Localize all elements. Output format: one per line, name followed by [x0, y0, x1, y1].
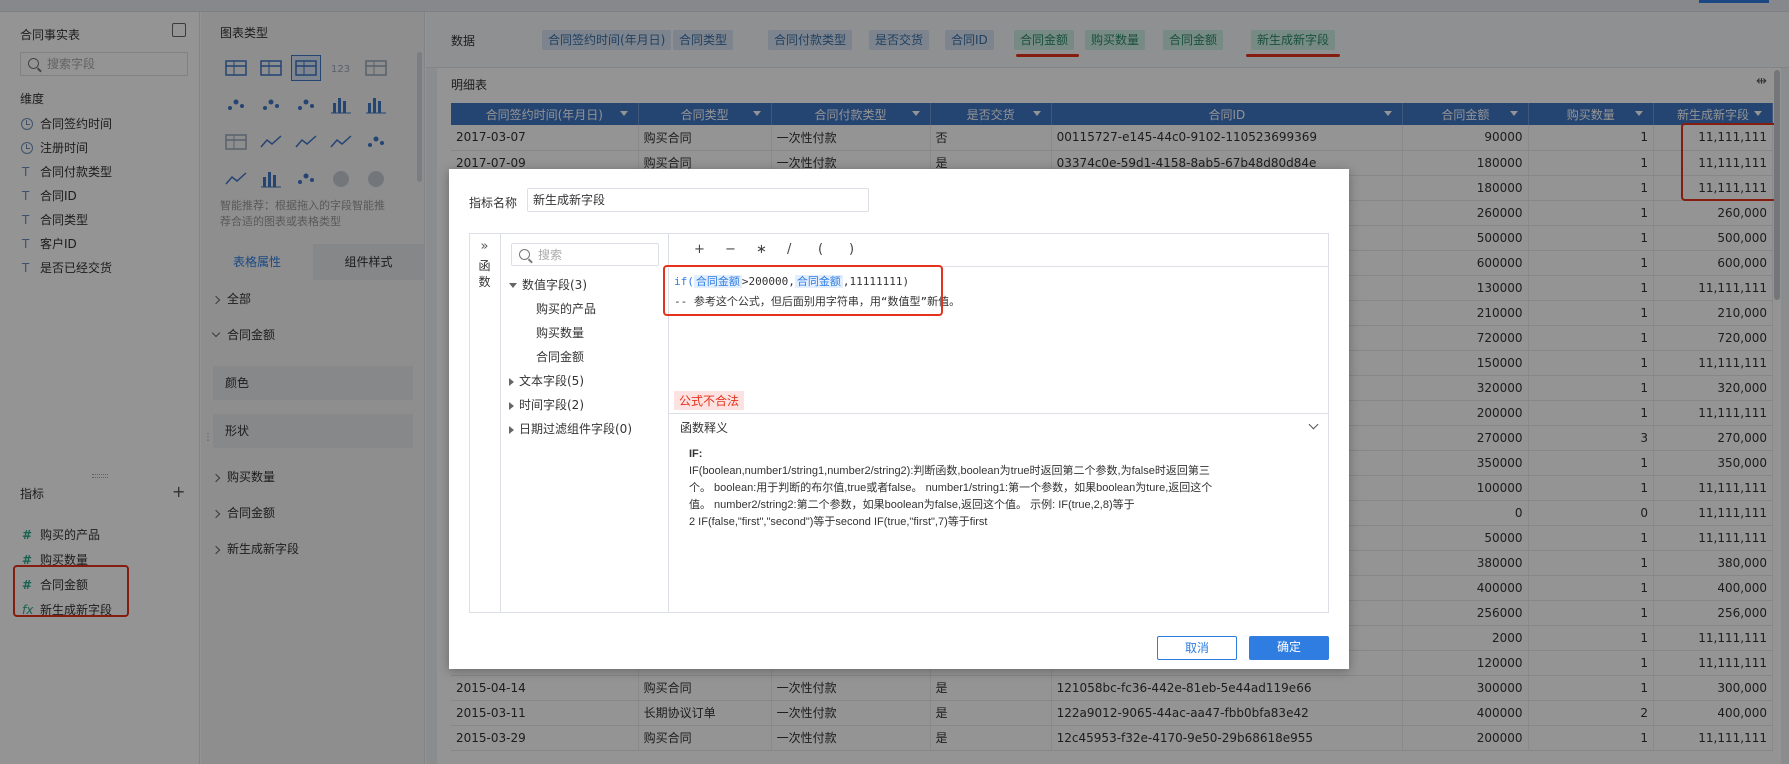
tree-text-group[interactable]: 文本字段(5) — [509, 372, 584, 389]
help-title: IF: — [689, 448, 703, 460]
search-icon — [519, 249, 530, 260]
operator-button[interactable]: − — [725, 242, 736, 257]
tree-numeric-group[interactable]: 数值字段(3) — [509, 276, 587, 293]
function-tab[interactable]: 函数 — [479, 258, 491, 290]
help-divider — [669, 413, 1329, 414]
tree-field-item[interactable]: 购买的产品 — [536, 300, 596, 317]
metric-name-input[interactable]: 新生成新字段 — [527, 188, 869, 212]
tree-date-filter-group[interactable]: 日期过滤组件字段(0) — [509, 420, 632, 437]
tree-search-placeholder: 搜索 — [538, 248, 563, 262]
operator-button[interactable]: ∗ — [756, 242, 767, 257]
metric-name-label: 指标名称 — [469, 196, 518, 210]
tree-field-item[interactable]: 合同金额 — [536, 348, 584, 365]
field-tree-panel: 搜索 数值字段(3) 购买的产品购买数量合同金额 文本字段(5) 时间字段(2)… — [501, 233, 669, 613]
tree-time-label: 时间字段(2) — [519, 398, 584, 412]
tree-numeric-label: 数值字段(3) — [522, 278, 587, 292]
tree-field-item[interactable]: 购买数量 — [536, 324, 584, 341]
caret-down-icon — [509, 283, 517, 288]
tree-time-group[interactable]: 时间字段(2) — [509, 396, 584, 413]
operator-button[interactable]: ( — [818, 242, 823, 257]
highlight-formula-box — [663, 265, 943, 316]
function-help-text: IF: IF(boolean,number1/string1,number2/s… — [689, 446, 1309, 531]
formula-dialog: 指标名称 新生成新字段 » 函数 搜索 数值字段(3) 购买的产品购买数量合同金… — [449, 169, 1349, 669]
function-help-label: 函数释义 — [680, 421, 729, 435]
tree-date-filter-label: 日期过滤组件字段(0) — [519, 422, 632, 436]
help-line: 个。 boolean:用于判断的布尔值,true或者false。 number1… — [689, 482, 1213, 494]
operator-bar: + − ∗ / () — [669, 233, 1329, 267]
tree-search-input[interactable]: 搜索 — [511, 243, 659, 266]
ok-button[interactable]: 确定 — [1249, 636, 1329, 660]
operator-button[interactable]: + — [694, 242, 705, 257]
caret-right-icon — [509, 377, 514, 386]
operator-button[interactable]: / — [787, 242, 791, 257]
operator-button[interactable]: ) — [849, 242, 854, 257]
caret-right-icon — [509, 425, 514, 434]
help-line: IF(boolean,number1/string1,number2/strin… — [689, 465, 1210, 477]
cancel-button[interactable]: 取消 — [1157, 636, 1237, 660]
tree-text-label: 文本字段(5) — [519, 374, 584, 388]
caret-right-icon — [509, 401, 514, 410]
help-line: 2 IF(false,"first","second")等于second IF(… — [689, 516, 988, 528]
help-line: 值。 number2/string2:第二个参数，如果boolean为false… — [689, 499, 1135, 511]
collapse-icon[interactable]: » — [469, 239, 500, 254]
formula-error-badge: 公式不合法 — [674, 391, 745, 410]
function-sidebar: » 函数 — [469, 233, 501, 613]
